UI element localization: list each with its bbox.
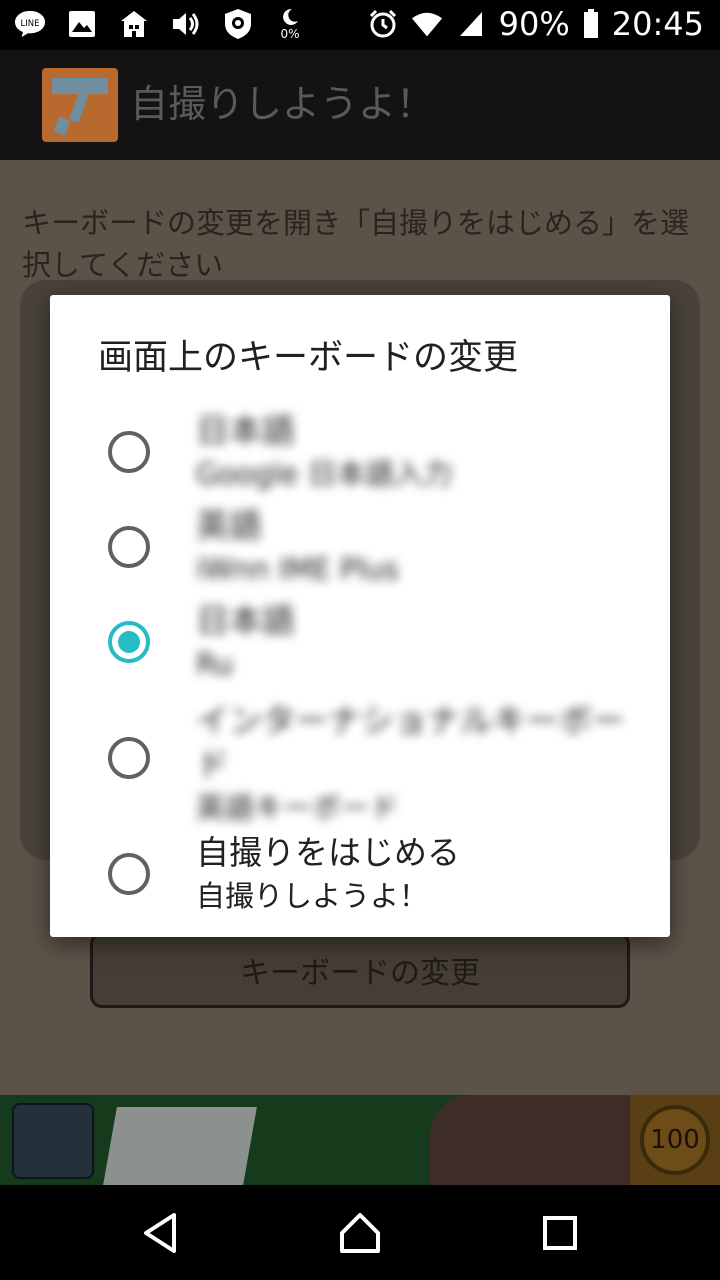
- volume-icon: [170, 6, 202, 42]
- line-icon: LINE: [14, 6, 46, 42]
- app-bar: 自撮りしようよ！: [0, 50, 720, 160]
- battery-percent: 90%: [498, 5, 570, 43]
- keyboard-picker-dialog: 画面上のキーボードの変更 日本語 Google 日本語入力 英語 iWnn IM…: [50, 295, 670, 937]
- keyboard-option-provider: Google 日本語入力: [196, 457, 453, 491]
- ad-mahjong-tiles-image: [103, 1107, 257, 1185]
- back-button[interactable]: [130, 1203, 190, 1263]
- home-button[interactable]: [330, 1203, 390, 1263]
- radio-button[interactable]: [108, 737, 150, 779]
- alarm-icon: [367, 6, 399, 42]
- keyboard-option[interactable]: 日本語 Google 日本語入力: [50, 403, 670, 495]
- keyboard-option[interactable]: 日本語 Ru: [50, 595, 670, 687]
- keyboard-option-name: 日本語: [196, 601, 295, 640]
- keyboard-option-text: インターナショナルキーボード 英語キーボード: [196, 699, 636, 829]
- keyboard-option-provider: 英語キーボード: [196, 791, 400, 825]
- app-title: 自撮りしようよ！: [130, 82, 435, 126]
- keyboard-option-selfie[interactable]: 自撮りをはじめる 自撮りしようよ！: [50, 827, 670, 923]
- ad-hand-image: [430, 1095, 630, 1185]
- keyboard-option-name: インターナショナルキーボード: [196, 701, 625, 784]
- instruction-text: キーボードの変更を開き「自撮りをはじめる」を選択してください: [22, 206, 690, 282]
- keyboard-option-name: 英語: [196, 506, 262, 545]
- status-bar: LINE 0% 90% 20:45: [0, 0, 720, 50]
- keyboard-option-provider: 自撮りしようよ！: [196, 879, 429, 913]
- radio-button[interactable]: [108, 431, 150, 473]
- keyboard-option[interactable]: インターナショナルキーボード 英語キーボード: [50, 695, 670, 825]
- keyboard-option-text: 日本語 Google 日本語入力: [196, 409, 636, 495]
- signal-icon: [455, 6, 487, 42]
- ad-game-thumbnail[interactable]: [12, 1103, 94, 1179]
- ad-badge-area[interactable]: 100: [630, 1095, 720, 1185]
- ad-badge: 100: [640, 1105, 710, 1175]
- dialog-title: 画面上のキーボードの変更: [98, 338, 519, 378]
- keyboard-option-provider: iWnn IME Plus: [196, 552, 399, 586]
- radio-button[interactable]: [108, 853, 150, 895]
- recents-button[interactable]: [530, 1203, 590, 1263]
- keyboard-option-text: 日本語 Ru: [196, 599, 636, 685]
- radio-button[interactable]: [108, 526, 150, 568]
- night-mode-icon: 0%: [274, 6, 306, 42]
- wifi-icon: [411, 6, 443, 42]
- back-icon: [144, 1213, 176, 1253]
- keyboard-option-provider: Ru: [196, 647, 234, 681]
- clock: 20:45: [611, 5, 704, 43]
- battery-icon: [582, 6, 600, 42]
- keyboard-option-name: 日本語: [196, 411, 295, 450]
- night-mode-label: 0%: [280, 27, 300, 41]
- navigation-bar: [0, 1185, 720, 1280]
- radio-button-selected[interactable]: [108, 621, 150, 663]
- home-app-icon: [118, 6, 150, 42]
- change-keyboard-button[interactable]: キーボードの変更: [90, 932, 630, 1008]
- image-icon: [66, 6, 98, 42]
- svg-text:LINE: LINE: [21, 18, 40, 28]
- keyboard-option-text: 英語 iWnn IME Plus: [196, 504, 636, 590]
- keyboard-option-name: 自撮りをはじめる: [196, 833, 460, 872]
- keyboard-option[interactable]: 英語 iWnn IME Plus: [50, 500, 670, 592]
- recents-icon: [543, 1216, 577, 1250]
- shield-app-icon: [222, 6, 254, 42]
- ad-banner[interactable]: 100: [0, 1095, 720, 1185]
- keyboard-option-text: 自撮りをはじめる 自撮りしようよ！: [196, 831, 636, 917]
- home-icon: [340, 1213, 380, 1253]
- app-logo-icon: [42, 68, 118, 142]
